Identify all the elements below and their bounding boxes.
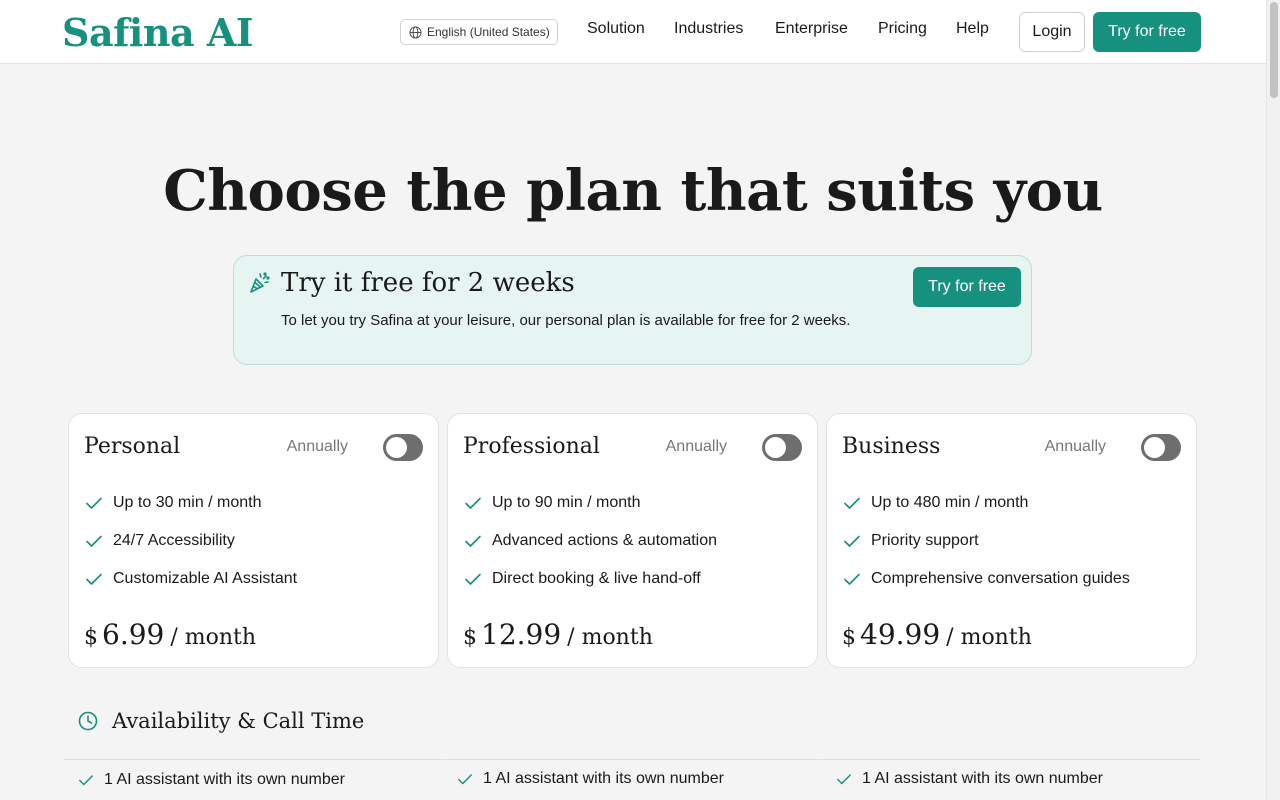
annual-toggle[interactable] [383,434,423,461]
page-scrollbar[interactable] [1266,0,1280,800]
plan-card-personal: Personal Annually Up to 30 min / month 2… [68,413,439,668]
check-icon [465,573,481,585]
promo-text: To let you try Safina at your leisure, o… [281,312,851,329]
divider [822,759,1200,760]
party-popper-icon [250,272,270,293]
plan-name: Professional [463,434,600,459]
scrollbar-thumb[interactable] [1270,2,1278,98]
feature-list: Up to 30 min / month 24/7 Accessibility … [85,484,297,598]
check-icon [844,497,860,509]
feature-item: Up to 480 min / month [843,484,1130,522]
feature-item: 24/7 Accessibility [85,522,297,560]
feature-text: Up to 30 min / month [113,494,262,511]
feature-item: Up to 90 min / month [464,484,717,522]
logo[interactable]: Safina AI [62,10,254,55]
availability-text: 1 AI assistant with its own number [483,770,724,787]
price-period: / month [567,625,653,650]
feature-text: Priority support [871,532,979,549]
plan-card-professional: Professional Annually Up to 90 min / mon… [447,413,818,668]
section-title-text: Availability & Call Time [112,709,365,733]
price-currency: $ [84,625,98,650]
annual-label: Annually [665,438,727,455]
feature-item: Advanced actions & automation [464,522,717,560]
plan-price: $ 6.99 / month [84,618,256,651]
feature-text: Up to 90 min / month [492,494,641,511]
login-button[interactable]: Login [1019,12,1085,52]
feature-text: Up to 480 min / month [871,494,1029,511]
clock-icon [78,711,98,731]
nav-pricing[interactable]: Pricing [878,20,927,38]
feature-item: Priority support [843,522,1130,560]
price-currency: $ [463,625,477,650]
language-label: English (United States) [427,25,550,39]
nav-industries[interactable]: Industries [674,20,743,38]
annual-label: Annually [286,438,348,455]
site-header: Safina AI English (United States) Soluti… [0,0,1266,64]
nav-help[interactable]: Help [956,20,989,38]
plan-name: Business [842,434,941,459]
availability-item: 1 AI assistant with its own number [457,770,724,788]
annual-toggle[interactable] [762,434,802,461]
feature-item: Customizable AI Assistant [85,560,297,598]
nav-solution[interactable]: Solution [587,20,645,38]
language-selector[interactable]: English (United States) [400,19,558,45]
promo-try-button[interactable]: Try for free [913,267,1021,307]
feature-text: Comprehensive conversation guides [871,570,1130,587]
plan-card-business: Business Annually Up to 480 min / month … [826,413,1197,668]
feature-text: 24/7 Accessibility [113,532,235,549]
check-icon [465,535,481,547]
feature-text: Customizable AI Assistant [113,570,298,587]
feature-list: Up to 480 min / month Priority support C… [843,484,1130,598]
check-icon [79,775,93,786]
availability-heading: Availability & Call Time [78,709,364,733]
price-period: / month [170,625,257,650]
price-amount: 6.99 [102,618,165,651]
feature-item: Direct booking & live hand-off [464,560,717,598]
check-icon [458,774,472,785]
toggle-knob [1144,437,1165,458]
divider [443,759,821,760]
check-icon [844,535,860,547]
availability-text: 1 AI assistant with its own number [862,770,1103,787]
price-amount: 49.99 [860,618,941,651]
annual-label: Annually [1044,438,1106,455]
feature-list: Up to 90 min / month Advanced actions & … [464,484,717,598]
check-icon [844,573,860,585]
try-for-free-button[interactable]: Try for free [1093,12,1201,52]
promo-title: Try it free for 2 weeks [281,268,575,298]
price-currency: $ [842,625,856,650]
toggle-knob [765,437,786,458]
availability-item: 1 AI assistant with its own number [78,771,345,789]
globe-icon [409,25,422,39]
nav-enterprise[interactable]: Enterprise [775,20,848,38]
availability-text: 1 AI assistant with its own number [104,771,345,788]
toggle-knob [386,437,407,458]
check-icon [86,497,102,509]
feature-text: Advanced actions & automation [492,532,718,549]
feature-item: Up to 30 min / month [85,484,297,522]
check-icon [86,573,102,585]
feature-item: Comprehensive conversation guides [843,560,1130,598]
check-icon [465,497,481,509]
check-icon [837,774,851,785]
annual-toggle[interactable] [1141,434,1181,461]
plan-price: $ 12.99 / month [463,618,653,651]
price-amount: 12.99 [481,618,562,651]
availability-item: 1 AI assistant with its own number [836,770,1103,788]
plan-price: $ 49.99 / month [842,618,1032,651]
page-title: Choose the plan that suits you [163,158,1103,224]
plan-name: Personal [84,434,181,459]
check-icon [86,535,102,547]
feature-text: Direct booking & live hand-off [492,570,701,587]
free-trial-banner: Try it free for 2 weeks To let you try S… [233,255,1032,365]
divider [64,759,442,760]
price-period: / month [946,625,1032,650]
